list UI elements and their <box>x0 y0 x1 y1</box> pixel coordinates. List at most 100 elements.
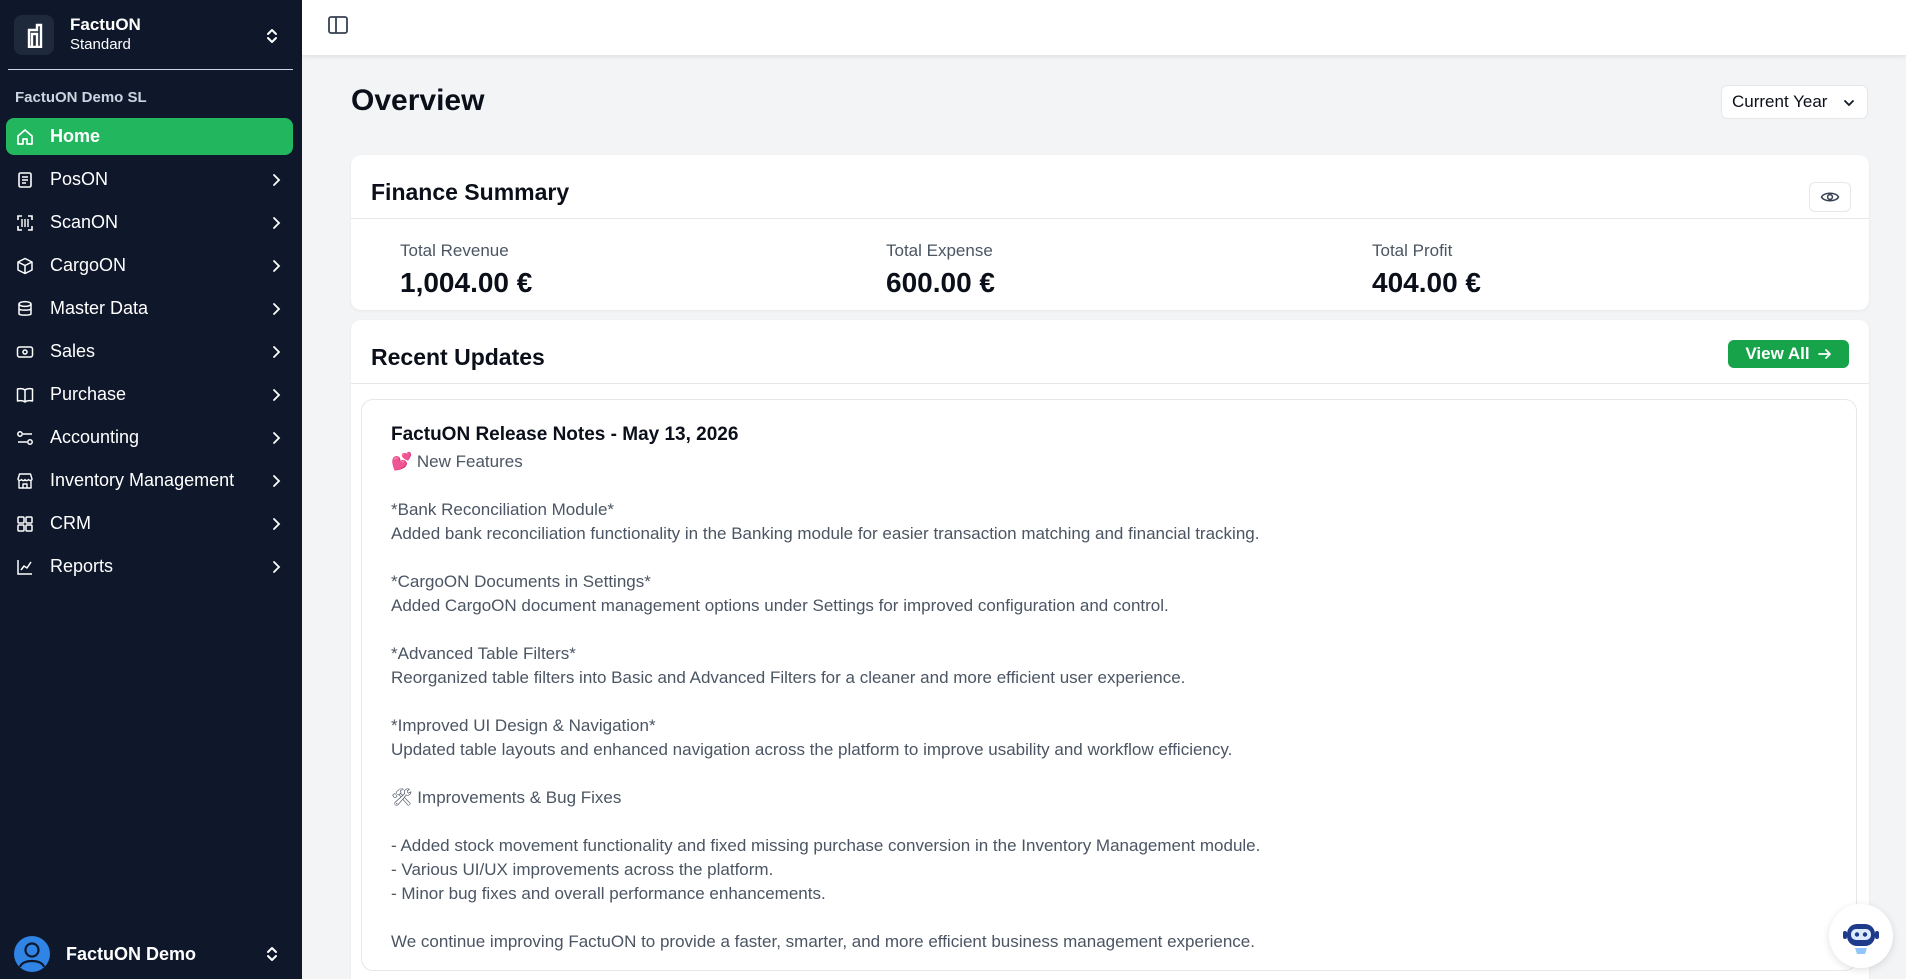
database-icon <box>18 300 32 316</box>
metric-label: Total Revenue <box>400 241 509 260</box>
divider <box>8 69 293 70</box>
toggle-visibility-button[interactable] <box>1809 182 1851 212</box>
user-name: FactuON Demo <box>66 943 197 964</box>
robot-icon <box>1843 924 1879 954</box>
chevron-down-icon <box>1844 100 1854 107</box>
sidebar-item-crm[interactable]: CRM <box>6 505 293 542</box>
book-open-icon <box>16 387 34 403</box>
avatar <box>14 936 50 972</box>
sidebar-item-label: PosON <box>50 169 109 189</box>
receipt-icon <box>18 171 32 188</box>
recent-updates-title: Recent Updates <box>371 344 545 370</box>
note-line <box>391 546 1260 570</box>
sidebar-item-label: Accounting <box>50 427 140 447</box>
note-line: We continue improving FactuON to provide… <box>391 932 1255 951</box>
metric-total-expense: Total Expense 600.00 € <box>886 241 995 299</box>
sidebar-item-inventory-management[interactable]: Inventory Management <box>6 462 293 499</box>
note-line <box>391 906 1260 930</box>
cash-icon <box>16 345 34 358</box>
store-icon <box>17 472 33 489</box>
sidebar-nav: Home PosON ScanON CargoON Master Data Sa… <box>6 118 293 591</box>
note-line <box>391 474 1260 498</box>
chevron-right-icon <box>273 475 281 487</box>
note-line: - Various UI/UX improvements across the … <box>391 860 774 879</box>
note-line: *CargoON Documents in Settings* <box>391 572 651 591</box>
home-icon <box>17 128 33 145</box>
sidebar-item-label: Sales <box>50 341 96 361</box>
metric-label: Total Expense <box>886 241 993 260</box>
chevron-right-icon <box>273 217 281 229</box>
chevron-right-icon <box>273 389 281 401</box>
sidebar-item-sales[interactable]: Sales <box>6 333 293 370</box>
release-note: FactuON Release Notes - May 13, 2026 💕 N… <box>361 399 1857 971</box>
sidebar-item-cargoon[interactable]: CargoON <box>6 247 293 284</box>
finance-summary-card: Finance Summary Total Revenue 1,004.00 €… <box>351 155 1869 310</box>
recent-updates-card: Recent Updates View All FactuON Release … <box>351 320 1869 979</box>
sliders-icon <box>17 430 33 445</box>
note-line: *Advanced Table Filters* <box>391 644 576 663</box>
sidebar-item-label: ScanON <box>50 212 119 232</box>
note-line: - Minor bug fixes and overall performanc… <box>391 884 826 903</box>
brand-name: FactuON <box>70 15 141 35</box>
note-line: Added bank reconciliation functionality … <box>391 524 1260 543</box>
top-bar <box>302 0 1906 56</box>
metric-value: 404.00 € <box>1372 267 1481 298</box>
note-line <box>391 762 1260 786</box>
release-note-title: FactuON Release Notes - May 13, 2026 <box>391 424 739 445</box>
brand-plan: Standard <box>70 36 131 54</box>
sidebar-item-label: Master Data <box>50 298 149 318</box>
view-all-button[interactable]: View All <box>1728 340 1849 368</box>
user-menu[interactable]: FactuON Demo <box>14 936 289 972</box>
sidebar: FactuON Standard FactuON Demo SL Home Po… <box>0 0 302 979</box>
recent-updates-header: Recent Updates View All <box>351 320 1869 384</box>
sidebar-item-label: Purchase <box>50 384 127 404</box>
period-select[interactable]: Current Year <box>1721 85 1868 119</box>
chevron-updown-icon <box>267 29 277 43</box>
sidebar-item-scanon[interactable]: ScanON <box>6 204 293 241</box>
scan-icon <box>17 214 33 231</box>
period-select-value: Current Year <box>1732 92 1828 111</box>
sidebar-toggle-icon[interactable] <box>326 15 350 35</box>
note-line: *Bank Reconciliation Module* <box>391 500 615 519</box>
brand-logo-icon <box>14 15 54 55</box>
package-icon <box>17 257 33 274</box>
sidebar-item-label: Reports <box>50 556 114 576</box>
view-all-label: View All <box>1745 344 1810 363</box>
note-line: Updated table layouts and enhanced navig… <box>391 740 1233 759</box>
finance-summary-header: Finance Summary <box>351 155 1869 219</box>
release-note-body: 💕 New Features *Bank Reconciliation Modu… <box>391 450 1260 954</box>
metric-value: 1,004.00 € <box>400 267 533 298</box>
chevron-updown-icon <box>267 947 277 961</box>
page-title: Overview <box>351 84 485 117</box>
metric-label: Total Profit <box>1372 241 1453 260</box>
workspace-switcher[interactable]: FactuON Standard <box>8 8 291 62</box>
note-line: 🛠 Improvements & Bug Fixes <box>391 788 622 807</box>
chevron-right-icon <box>273 518 281 530</box>
sidebar-item-label: Inventory Management <box>50 470 235 490</box>
sidebar-item-reports[interactable]: Reports <box>6 548 293 585</box>
note-line <box>391 690 1260 714</box>
metric-value: 600.00 € <box>886 267 995 298</box>
organization-name: FactuON Demo SL <box>15 89 147 106</box>
note-line: Reorganized table filters into Basic and… <box>391 668 1186 687</box>
chevron-right-icon <box>273 303 281 315</box>
note-line: *Improved UI Design & Navigation* <box>391 716 656 735</box>
note-line: - Added stock movement functionality and… <box>391 836 1261 855</box>
metric-total-profit: Total Profit 404.00 € <box>1372 241 1481 299</box>
chatbot-button[interactable] <box>1829 904 1893 968</box>
note-line: Added CargoON document management option… <box>391 596 1169 615</box>
sidebar-item-home[interactable]: Home <box>6 118 293 155</box>
sidebar-item-label: CargoON <box>50 255 127 275</box>
grid-icon <box>17 515 33 532</box>
sidebar-item-purchase[interactable]: Purchase <box>6 376 293 413</box>
eye-icon <box>1820 192 1840 202</box>
sidebar-item-master-data[interactable]: Master Data <box>6 290 293 327</box>
chevron-right-icon <box>273 174 281 186</box>
chevron-right-icon <box>273 432 281 444</box>
sidebar-item-poson[interactable]: PosON <box>6 161 293 198</box>
arrow-right-icon <box>1817 349 1831 359</box>
sidebar-item-accounting[interactable]: Accounting <box>6 419 293 456</box>
chevron-right-icon <box>273 260 281 272</box>
sidebar-item-label: Home <box>50 126 101 146</box>
user-icon <box>18 942 46 968</box>
